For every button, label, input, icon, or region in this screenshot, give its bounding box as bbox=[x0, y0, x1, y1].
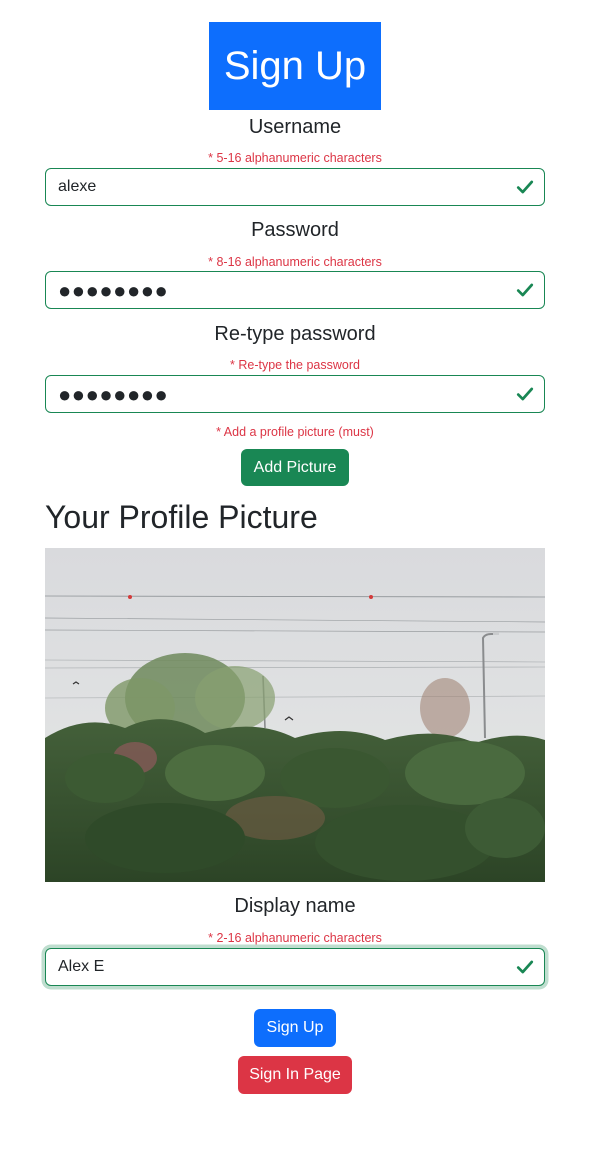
display-name-label: Display name bbox=[234, 895, 356, 917]
signup-page: Sign Up Username * 5-16 alphanumeric cha… bbox=[0, 0, 600, 1171]
page-title: Sign Up bbox=[209, 22, 381, 110]
password-hint: * 8-16 alphanumeric characters bbox=[208, 255, 382, 269]
retype-password-field[interactable]: ●●●●●●●● bbox=[45, 375, 545, 413]
password-label: Password bbox=[251, 219, 339, 241]
profile-picture bbox=[45, 548, 545, 882]
username-field[interactable]: alexe bbox=[45, 168, 545, 206]
picture-hint: * Add a profile picture (must) bbox=[216, 425, 374, 439]
password-field[interactable]: ●●●●●●●● bbox=[45, 271, 545, 309]
profile-picture-heading: Your Profile Picture bbox=[45, 499, 318, 535]
username-hint: * 5-16 alphanumeric characters bbox=[208, 151, 382, 165]
password-value: ●●●●●●●● bbox=[58, 278, 169, 303]
profile-picture-image bbox=[45, 548, 545, 882]
check-icon bbox=[516, 283, 534, 297]
display-name-field[interactable]: Alex E bbox=[45, 948, 545, 986]
retype-password-label: Re-type password bbox=[214, 323, 376, 345]
check-icon bbox=[516, 960, 534, 974]
display-name-hint: * 2-16 alphanumeric characters bbox=[208, 931, 382, 945]
sign-in-page-button[interactable]: Sign In Page bbox=[238, 1056, 352, 1094]
check-icon bbox=[516, 180, 534, 194]
check-icon bbox=[516, 387, 534, 401]
display-name-value: Alex E bbox=[58, 958, 105, 975]
retype-password-value: ●●●●●●●● bbox=[58, 382, 169, 407]
sign-up-button[interactable]: Sign Up bbox=[254, 1009, 336, 1047]
retype-password-hint: * Re-type the password bbox=[230, 358, 360, 372]
username-label: Username bbox=[248, 116, 342, 138]
add-picture-button[interactable]: Add Picture bbox=[241, 449, 349, 486]
username-value: alexe bbox=[58, 178, 97, 195]
